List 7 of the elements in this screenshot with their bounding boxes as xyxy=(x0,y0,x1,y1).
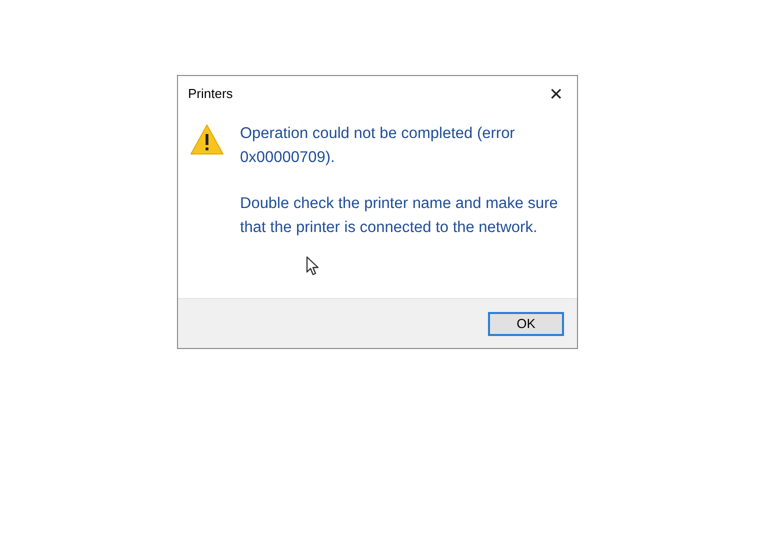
message-text: Operation could not be completed (error 0x00000709). xyxy=(240,124,516,168)
ok-button[interactable]: OK xyxy=(488,312,564,336)
warning-icon xyxy=(190,124,224,155)
close-button[interactable]: ✕ xyxy=(545,84,567,104)
mouse-pointer-icon xyxy=(306,256,319,276)
window-title: Printers xyxy=(188,85,233,104)
message-text: Double check the printer name and make sure that the printer is connected to the network. xyxy=(240,194,559,238)
